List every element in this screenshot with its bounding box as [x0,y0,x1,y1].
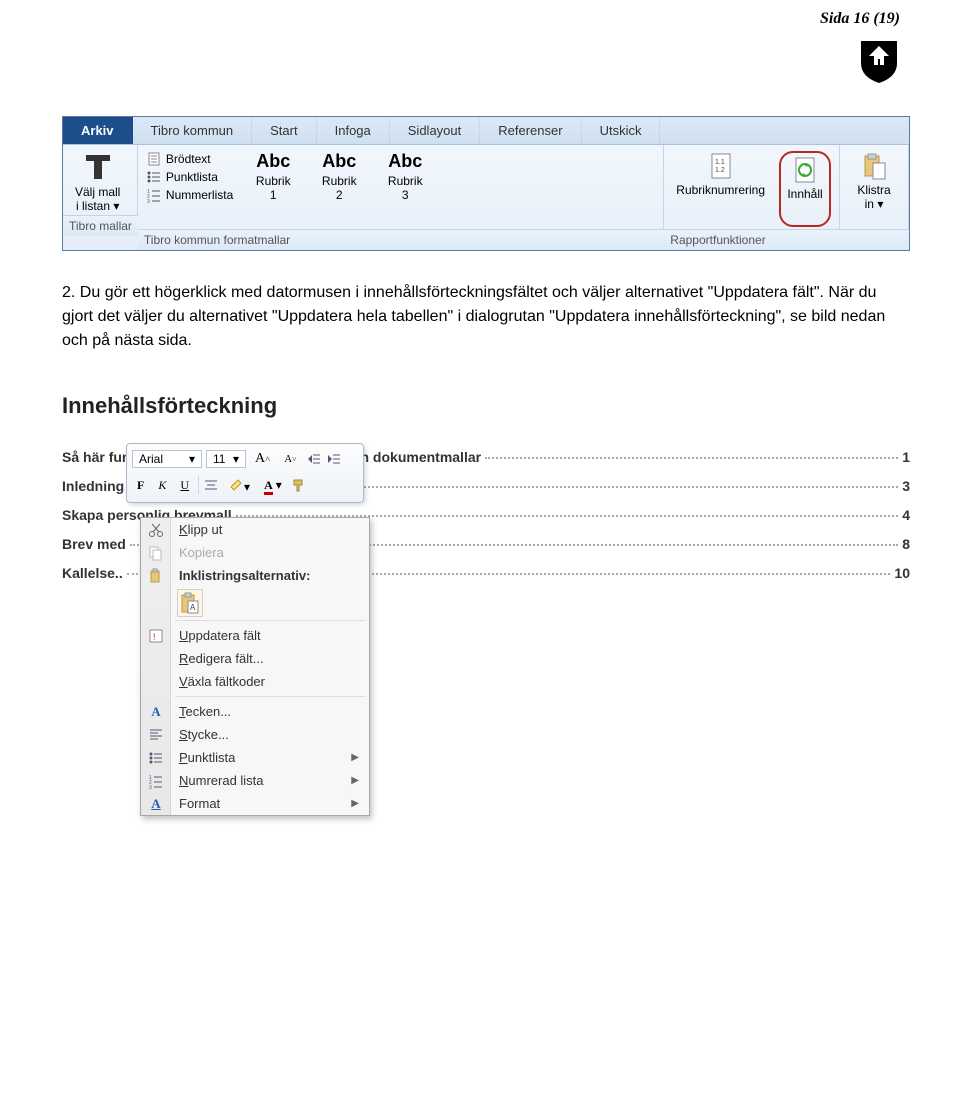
center-align-icon[interactable] [203,477,219,493]
tab-sidlayout[interactable]: Sidlayout [390,117,480,144]
highlight-icon [228,475,244,491]
ribbon-tabs-row: Arkiv Tibro kommun Start Infoga Sidlayou… [63,117,909,145]
highlight-button[interactable]: ▾ [223,473,255,497]
font-icon: A [147,703,165,721]
ctx-cut[interactable]: Klipp ut [141,518,369,541]
valj-mall-label: Välj malli listan ▾ [75,185,120,213]
page-number: Sida 16 (19) [0,0,960,28]
ctx-paste-options[interactable]: Inklistringsalternativ: [141,564,369,587]
klistra-in-label: Klistrain ▾ [857,183,890,211]
group-label-formatmallar: Tibro kommun formatmallar [138,229,664,250]
toc-title: Innehållsförteckning [62,393,910,419]
nummerlista-label: Nummerlista [166,188,233,202]
bold-button[interactable]: F [132,476,149,495]
abc-icon: Abc [256,151,290,172]
brodtext-label: Brödtext [166,152,211,166]
brodtext-button[interactable]: Brödtext [146,151,233,167]
svg-text:3: 3 [147,199,150,203]
tab-referenser[interactable]: Referenser [480,117,581,144]
underline-button[interactable]: U [175,476,194,495]
rubriknumrering-label: Rubriknumrering [676,183,765,197]
bullet-list-icon [146,169,162,185]
increase-indent-icon[interactable] [326,451,342,467]
toc-context-screenshot: Innehållsförteckning Så här fungerar Tib… [62,393,910,582]
innhall-button[interactable]: Innhåll [779,151,831,227]
numbered-list-icon: 123 [147,772,165,790]
format-painter-icon[interactable] [291,477,307,493]
paste-keep-text-button[interactable]: A [177,589,203,617]
template-icon [82,151,114,183]
number-list-icon: 123 [146,187,162,203]
context-menu: Klipp ut Kopiera Inklistringsalternativ:… [140,517,370,816]
svg-text:3: 3 [149,785,152,789]
ctx-paragraph[interactable]: Stycke... [141,723,369,746]
cut-icon [147,521,165,539]
rubriknumrering-button[interactable]: 1.11.2 Rubriknumrering [672,151,769,227]
valj-mall-button[interactable]: Välj malli listan ▾ [71,151,124,213]
innhall-label: Innhåll [787,187,822,201]
abc-icon: Abc [322,151,356,172]
svg-text:!: ! [153,632,156,642]
ctx-copy[interactable]: Kopiera [141,541,369,564]
abc-icon: Abc [388,151,422,172]
ctx-toggle-codes[interactable]: Växla fältkoder [141,670,369,693]
ctx-font[interactable]: A Tecken... [141,700,369,723]
paragraph-icon [147,726,165,744]
ctx-format[interactable]: A Format ▶ [141,792,369,815]
punktlista-label: Punktlista [166,170,218,184]
font-color-button[interactable]: A ▾ [259,476,287,495]
tab-infoga[interactable]: Infoga [317,117,390,144]
svg-text:A: A [190,603,196,612]
nummerlista-button[interactable]: 123 Nummerlista [146,187,233,203]
tab-arkiv[interactable]: Arkiv [63,117,133,144]
page-numbering-icon: 1.11.2 [706,151,736,181]
svg-text:1.2: 1.2 [715,167,725,174]
font-name-select[interactable]: Arial▾ [132,450,202,468]
tibro-logo-icon [858,38,900,86]
refresh-page-icon [790,155,820,185]
grow-font-button[interactable]: A˄ [250,449,275,469]
tab-tibro-kommun[interactable]: Tibro kommun [133,117,253,144]
decrease-indent-icon[interactable] [306,451,322,467]
group-label-tibro-mallar: Tibro mallar [63,215,138,236]
rubrik3-button[interactable]: Abc Rubrik3 [379,151,431,227]
tab-start[interactable]: Start [252,117,316,144]
separator [198,476,199,494]
font-size-select[interactable]: 11▾ [206,450,246,468]
ctx-edit-field[interactable]: Redigera fält... [141,647,369,670]
rubrik1-button[interactable]: Abc Rubrik1 [247,151,299,227]
ribbon-body: Välj malli listan ▾ Tibro mallar Brödtex… [63,145,909,250]
clipboard-text-icon: A [180,592,200,614]
group-label-clipboard [840,229,909,250]
rubrik2-button[interactable]: Abc Rubrik2 [313,151,365,227]
ctx-update-field[interactable]: ! Uppdatera fält [141,624,369,647]
separator [175,696,365,697]
italic-button[interactable]: K [153,476,171,495]
paste-options-icon [147,567,165,585]
klistra-in-button[interactable]: Klistrain ▾ [848,151,900,227]
submenu-arrow-icon: ▶ [351,752,359,763]
update-field-icon: ! [147,627,165,645]
tab-utskick[interactable]: Utskick [582,117,661,144]
ctx-numbered[interactable]: 123 Numrerad lista ▶ [141,769,369,792]
submenu-arrow-icon: ▶ [351,775,359,786]
submenu-arrow-icon: ▶ [351,798,359,809]
word-ribbon-screenshot: Arkiv Tibro kommun Start Infoga Sidlayou… [62,116,910,251]
punktlista-button[interactable]: Punktlista [146,169,233,185]
bullets-icon [147,749,165,767]
mini-toolbar: Arial▾ 11▾ A˄ A˅ F K U ▾ A ▾ [126,443,364,503]
styles-icon: A [147,795,165,813]
group-label-rapportfunktioner: Rapportfunktioner [664,229,840,250]
instruction-paragraph: 2. Du gör ett högerklick med datormusen … [62,281,910,353]
paste-icon [859,151,889,181]
paragraph-icon [146,151,162,167]
copy-icon [147,544,165,562]
separator [175,620,365,621]
ctx-bullets[interactable]: Punktlista ▶ [141,746,369,769]
svg-text:1.1: 1.1 [715,159,725,166]
shrink-font-button[interactable]: A˅ [279,451,301,467]
